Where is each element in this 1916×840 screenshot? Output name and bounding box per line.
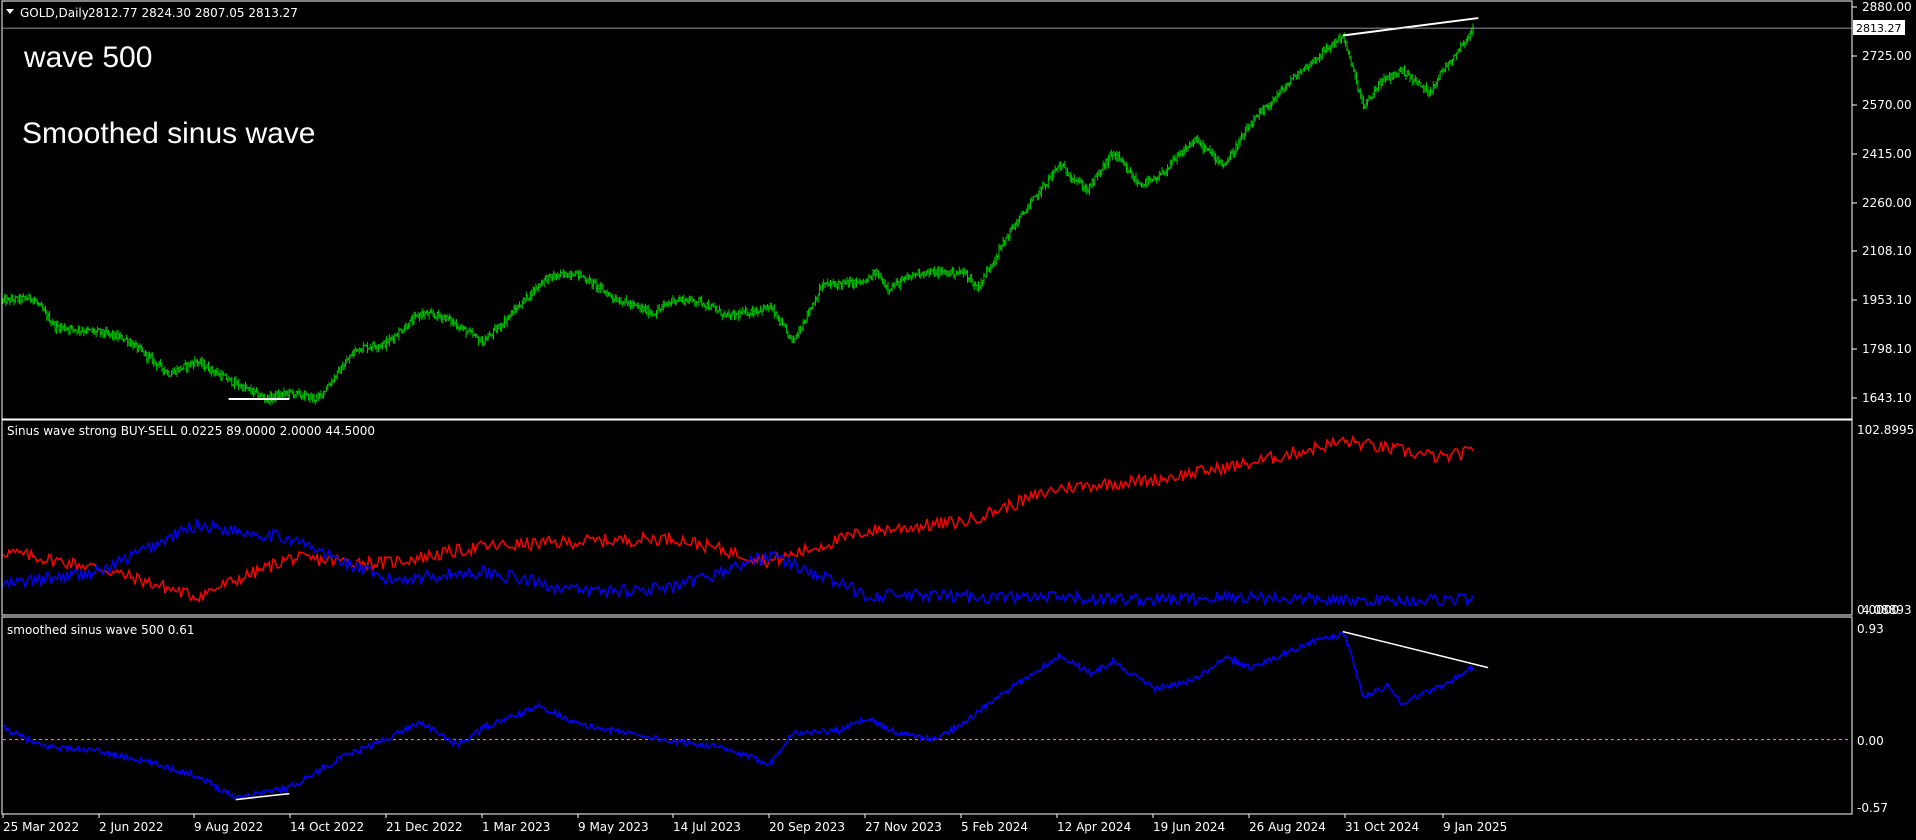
price-axis-label: 2570.00 <box>1862 98 1912 112</box>
price-axis-label: 1643.10 <box>1862 391 1912 405</box>
x-axis-label: 21 Dec 2022 <box>386 820 463 834</box>
panel2-axis-max: 0.93 <box>1857 622 1884 636</box>
x-axis-label: 14 Jul 2023 <box>673 820 741 834</box>
x-axis-label: 2 Jun 2022 <box>99 820 164 834</box>
panel2-axis-zero: 0.00 <box>1857 734 1884 748</box>
symbol-label: GOLD,Daily <box>20 6 89 20</box>
x-axis-label: 25 Mar 2022 <box>3 820 79 834</box>
panel1-axis-max: 102.8995 <box>1857 423 1914 437</box>
price-axis-label: 2260.00 <box>1862 196 1912 210</box>
price-axis-label: 1953.10 <box>1862 293 1912 307</box>
x-axis-label: 9 Jan 2025 <box>1443 820 1507 834</box>
x-axis-label: 20 Sep 2023 <box>769 820 845 834</box>
current-price-label: 2813.27 <box>1856 22 1902 35</box>
price-axis-label: 2880.00 <box>1862 0 1912 14</box>
panel2-title: smoothed sinus wave 500 0.61 <box>7 623 195 637</box>
x-axis-label: 12 Apr 2024 <box>1057 820 1131 834</box>
x-axis-label: 31 Oct 2024 <box>1345 820 1419 834</box>
price-axis-label: 2108.10 <box>1862 244 1912 258</box>
x-axis-label: 19 Jun 2024 <box>1153 820 1225 834</box>
panel2-axis-min: -0.57 <box>1857 801 1888 815</box>
price-axis-label: 2415.00 <box>1862 147 1912 161</box>
x-axis-label: 14 Oct 2022 <box>290 820 364 834</box>
panel1-axis-min: 4.08893 <box>1862 603 1912 617</box>
panel1-title: Sinus wave strong BUY-SELL 0.0225 89.000… <box>7 424 375 438</box>
x-axis-label: 26 Aug 2024 <box>1249 820 1326 834</box>
chart-canvas[interactable]: 2880.00 2725.00 2570.00 2415.00 2260.00 2108.… <box>0 0 1916 840</box>
x-axis-label: 5 Feb 2024 <box>961 820 1028 834</box>
overlay-subtitle: Smoothed sinus wave <box>22 117 316 150</box>
x-axis-label: 9 May 2023 <box>578 820 649 834</box>
ohlc-label: 2812.77 2824.30 2807.05 2813.27 <box>88 6 298 20</box>
x-axis-label: 27 Nov 2023 <box>865 820 942 834</box>
x-axis-label: 1 Mar 2023 <box>482 820 550 834</box>
price-axis-label: 2725.00 <box>1862 49 1912 63</box>
overlay-title: wave 500 <box>23 41 152 74</box>
x-axis-label: 9 Aug 2022 <box>194 820 263 834</box>
price-axis-label: 1798.10 <box>1862 342 1912 356</box>
